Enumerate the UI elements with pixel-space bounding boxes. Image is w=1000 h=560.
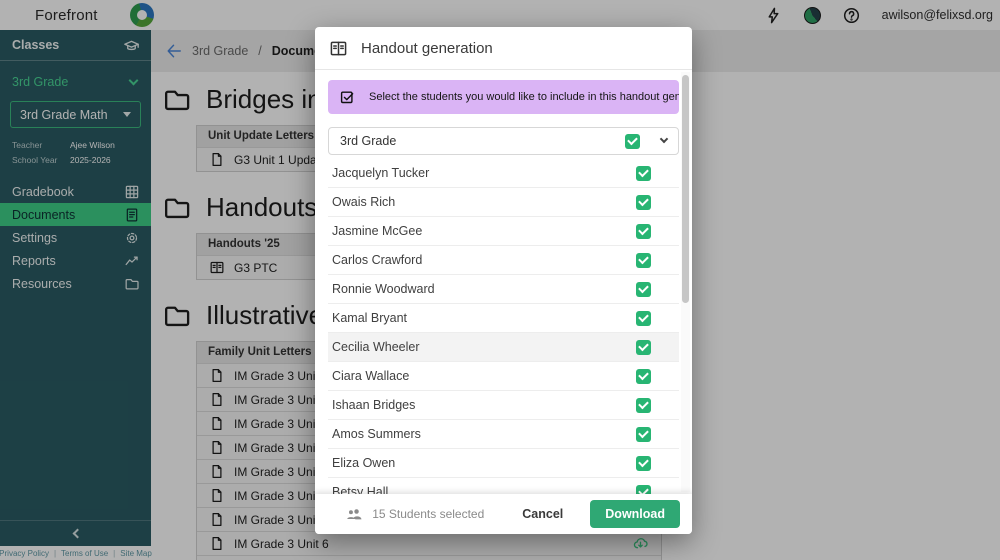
student-checkbox[interactable] xyxy=(636,398,651,413)
app-window: Forefront awilson@felixsd.org Classes 3r… xyxy=(0,0,1000,560)
chevron-down-icon[interactable] xyxy=(660,135,668,143)
student-name: Ciara Wallace xyxy=(332,369,409,383)
student-checkbox[interactable] xyxy=(636,224,651,239)
student-list: Jacquelyn Tucker Owais Rich Jasmine McGe… xyxy=(328,159,679,494)
student-row[interactable]: Cecilia Wheeler xyxy=(328,333,679,362)
student-name: Betsy Hall xyxy=(332,485,388,494)
instruction-banner: Select the students you would like to in… xyxy=(328,80,679,114)
student-checkbox[interactable] xyxy=(636,282,651,297)
student-name: Kamal Bryant xyxy=(332,311,407,325)
download-button[interactable]: Download xyxy=(590,500,680,528)
scrollbar-thumb[interactable] xyxy=(682,75,689,303)
student-name: Owais Rich xyxy=(332,195,395,209)
student-name: Carlos Crawford xyxy=(332,253,422,267)
student-name: Jacquelyn Tucker xyxy=(332,166,429,180)
grade-checkbox[interactable] xyxy=(625,134,640,149)
modal-scrollbar[interactable] xyxy=(681,72,690,492)
selected-count: 15 Students selected xyxy=(372,507,484,521)
students-group-icon xyxy=(346,507,363,521)
modal-body: Select the students you would like to in… xyxy=(315,70,692,494)
student-row[interactable]: Ronnie Woodward xyxy=(328,275,679,304)
student-checkbox[interactable] xyxy=(636,195,651,210)
student-row[interactable]: Owais Rich xyxy=(328,188,679,217)
student-checkbox[interactable] xyxy=(636,253,651,268)
student-row[interactable]: Kamal Bryant xyxy=(328,304,679,333)
student-name: Ishaan Bridges xyxy=(332,398,415,412)
student-row[interactable]: Amos Summers xyxy=(328,420,679,449)
student-row[interactable]: Betsy Hall xyxy=(328,478,679,494)
handout-icon xyxy=(329,40,348,57)
student-checkbox[interactable] xyxy=(636,456,651,471)
checkbox-outline-icon xyxy=(340,89,356,105)
student-name: Cecilia Wheeler xyxy=(332,340,420,354)
student-row[interactable]: Ishaan Bridges xyxy=(328,391,679,420)
student-row[interactable]: Jasmine McGee xyxy=(328,217,679,246)
handout-generation-modal: Handout generation Select the students y… xyxy=(315,27,692,534)
instruction-text: Select the students you would like to in… xyxy=(369,91,679,103)
grade-filter-row[interactable]: 3rd Grade xyxy=(328,127,679,155)
student-name: Amos Summers xyxy=(332,427,421,441)
student-checkbox[interactable] xyxy=(636,369,651,384)
student-name: Eliza Owen xyxy=(332,456,395,470)
student-row[interactable]: Eliza Owen xyxy=(328,449,679,478)
student-checkbox[interactable] xyxy=(636,427,651,442)
modal-title: Handout generation xyxy=(361,40,493,57)
student-checkbox[interactable] xyxy=(636,311,651,326)
student-checkbox[interactable] xyxy=(636,166,651,181)
student-row[interactable]: Carlos Crawford xyxy=(328,246,679,275)
cancel-button[interactable]: Cancel xyxy=(522,507,563,521)
student-checkbox[interactable] xyxy=(636,485,651,495)
student-name: Jasmine McGee xyxy=(332,224,422,238)
student-name: Ronnie Woodward xyxy=(332,282,435,296)
modal-footer: 15 Students selected Cancel Download xyxy=(315,494,692,534)
grade-filter-label: 3rd Grade xyxy=(340,134,396,148)
student-checkbox[interactable] xyxy=(636,340,651,355)
student-row[interactable]: Ciara Wallace xyxy=(328,362,679,391)
modal-header: Handout generation xyxy=(315,27,692,70)
student-row[interactable]: Jacquelyn Tucker xyxy=(328,159,679,188)
